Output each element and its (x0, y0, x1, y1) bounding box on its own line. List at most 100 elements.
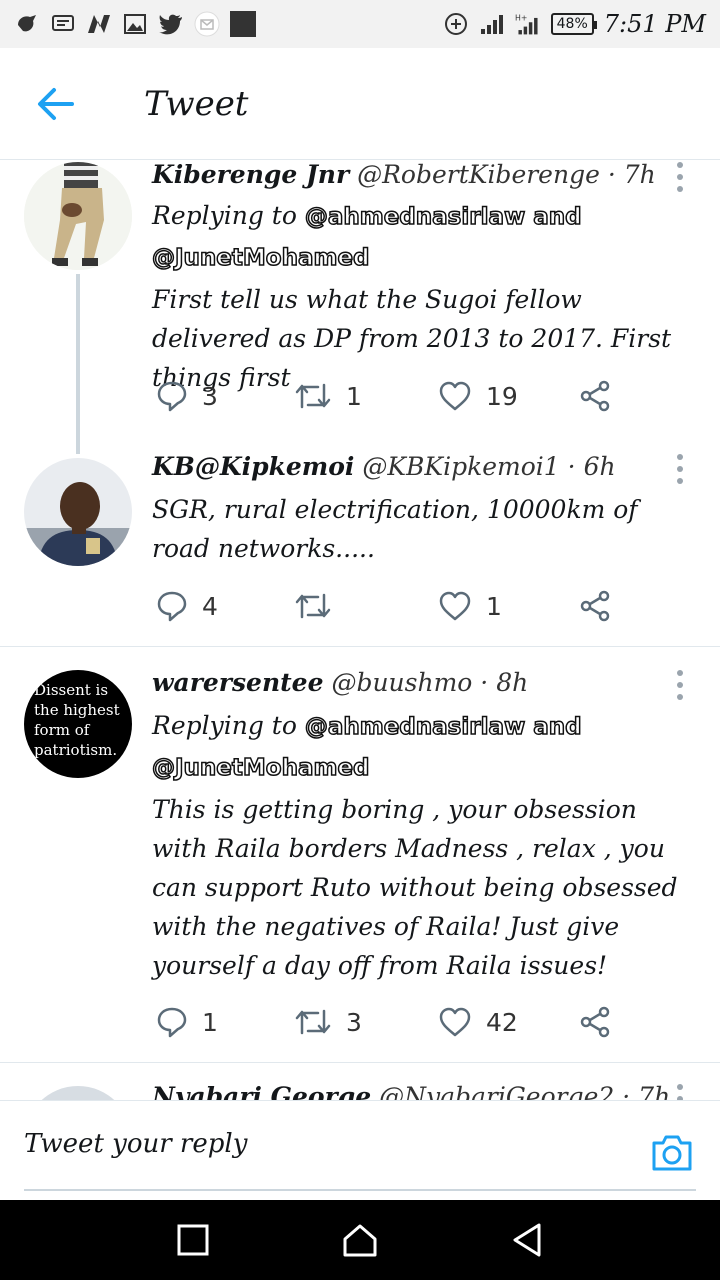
data-saver-icon (443, 13, 469, 35)
avatar-text: Dissent is the highest form of patriotis… (34, 681, 120, 759)
more-icon (677, 454, 683, 460)
like-count: 42 (486, 1007, 518, 1037)
tweet-time: 8h (496, 668, 529, 697)
app-notification-icon (14, 13, 40, 35)
user-handle[interactable]: @RobertKiberenge (357, 160, 600, 189)
page-title: Tweet (144, 84, 249, 124)
more-options-button[interactable] (674, 1084, 686, 1100)
like-icon (439, 591, 471, 621)
tweet-header: Kiberenge Jnr @RobertKiberenge · 7h (152, 160, 656, 189)
retweet-icon (295, 593, 331, 619)
tweet-actions: 1 3 42 (152, 1002, 632, 1042)
system-status: H+ 48% 7:51 PM (443, 10, 706, 38)
like-count: 1 (486, 591, 502, 621)
status-bar: H+ 48% 7:51 PM (0, 0, 720, 48)
user-handle[interactable]: @buushmo (331, 668, 472, 697)
like-icon (439, 381, 471, 411)
tweet-text: SGR, rural electrification, 10000km of r… (152, 495, 638, 563)
separator: · (622, 1082, 631, 1100)
avatar[interactable] (24, 162, 132, 270)
tweet-header: KB@Kipkemoi @KBKipkemoi1 · 6h (152, 452, 616, 481)
avatar[interactable] (24, 458, 132, 566)
thread-line (76, 274, 80, 454)
reply-count: 1 (202, 1007, 218, 1037)
reply-button[interactable]: 3 (156, 376, 218, 416)
camera-icon (652, 1135, 692, 1171)
reply-icon (157, 591, 187, 622)
retweet-button[interactable]: 1 (294, 376, 362, 416)
more-icon (677, 670, 683, 676)
tweet-item[interactable]: Kiberenge Jnr @RobertKiberenge · 7h Repl… (0, 160, 720, 454)
tweet-actions: 4 1 (152, 586, 632, 626)
share-icon (580, 1006, 610, 1038)
svg-text:H+: H+ (515, 14, 527, 23)
recents-button[interactable] (168, 1215, 218, 1265)
tweet-time: 6h (583, 452, 616, 481)
like-button[interactable]: 1 (438, 586, 502, 626)
reply-input[interactable]: Tweet your reply (24, 1129, 247, 1159)
recents-icon (177, 1224, 209, 1256)
retweet-button[interactable] (294, 586, 346, 626)
tweet-feed[interactable]: Kiberenge Jnr @RobertKiberenge · 7h Repl… (0, 160, 720, 1100)
replying-to: Replying to @ahmednasirlaw and @JunetMoh… (151, 706, 672, 788)
camera-button[interactable] (650, 1131, 694, 1173)
home-button[interactable] (335, 1215, 385, 1265)
divider (0, 1062, 720, 1063)
tweet-item[interactable]: KB@Kipkemoi @KBKipkemoi1 · 6h SGR, rural… (0, 450, 720, 646)
back-button[interactable] (34, 84, 78, 124)
avatar[interactable] (24, 1086, 132, 1100)
like-icon (439, 1007, 471, 1037)
share-button[interactable] (580, 1002, 612, 1042)
clock: 7:51 PM (603, 10, 706, 38)
tweet-item[interactable]: Dissent is the highest form of patriotis… (0, 660, 720, 1060)
retweet-count: 1 (346, 381, 362, 411)
app-square-icon (230, 11, 256, 37)
tweet-header: Nyabari George @NyabariGeorge2 · 7h (152, 1082, 670, 1100)
user-name[interactable]: Kiberenge Jnr (152, 160, 349, 189)
back-triangle-icon (513, 1223, 541, 1257)
more-options-button[interactable] (674, 670, 686, 700)
back-nav-button[interactable] (502, 1215, 552, 1265)
more-options-button[interactable] (674, 454, 686, 484)
more-icon (677, 162, 683, 168)
replying-to: Replying to @ahmednasirlaw and @JunetMoh… (151, 196, 672, 278)
like-button[interactable]: 42 (438, 1002, 518, 1042)
navigation-bar (0, 1200, 720, 1280)
user-name[interactable]: Nyabari George (152, 1082, 371, 1100)
retweet-icon (295, 383, 331, 409)
reply-underline (24, 1189, 696, 1191)
replying-label: Replying to (152, 711, 297, 740)
twitter-icon (158, 13, 184, 35)
separator: · (480, 668, 489, 697)
tweet-time: 7h (638, 1082, 671, 1100)
user-name[interactable]: KB@Kipkemoi (152, 452, 354, 481)
divider (0, 646, 720, 647)
user-name[interactable]: warersentee (152, 668, 323, 697)
retweet-button[interactable]: 3 (294, 1002, 362, 1042)
back-arrow-icon (38, 88, 74, 120)
reply-button[interactable]: 4 (156, 586, 218, 626)
share-icon (580, 590, 610, 622)
like-button[interactable]: 19 (438, 376, 518, 416)
more-options-button[interactable] (674, 162, 686, 192)
reply-count: 4 (202, 591, 218, 621)
separator: · (567, 452, 576, 481)
user-handle[interactable]: @KBKipkemoi1 (362, 452, 559, 481)
tweet-actions: 3 1 19 (152, 376, 632, 416)
avatar[interactable]: Dissent is the highest form of patriotis… (24, 670, 132, 778)
reply-icon (157, 1007, 187, 1038)
share-button[interactable] (580, 376, 612, 416)
retweet-count: 3 (346, 1007, 362, 1037)
image-icon (122, 13, 148, 35)
user-handle[interactable]: @NyabariGeorge2 (379, 1082, 614, 1100)
email-notification-icon (194, 11, 220, 37)
reply-button[interactable]: 1 (156, 1002, 218, 1042)
news-icon (86, 13, 112, 35)
tweet-text: This is getting boring , your obsession … (152, 795, 678, 980)
share-button[interactable] (580, 586, 612, 626)
message-icon (50, 13, 76, 35)
more-icon (677, 1084, 683, 1090)
reply-icon (157, 381, 187, 412)
tweet-item[interactable]: Nyabari George @NyabariGeorge2 · 7h (0, 1076, 720, 1100)
tweet-time: 7h (623, 160, 656, 189)
